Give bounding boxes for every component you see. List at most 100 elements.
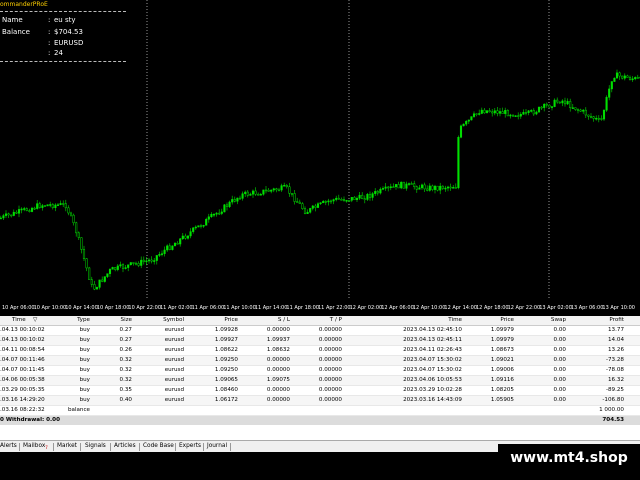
cell-close-price: 1.09006 [490,367,514,373]
col-size[interactable]: Size [92,316,132,325]
col-tp[interactable]: T / P [292,316,342,325]
candle-body [132,262,135,264]
col-profit[interactable]: Profit [568,316,624,325]
table-row[interactable]: .03.16 08:22:32 balance 1 000.00 [0,406,640,416]
candle-body [137,263,140,266]
candle-body [2,215,5,219]
cell-type: balance [67,407,90,413]
candle-body [124,267,127,269]
candle-body [181,235,184,240]
candle-body [501,111,504,114]
candle-body [483,109,486,114]
candle-body [569,101,572,109]
cell-price: 1.06172 [214,397,238,403]
candle-body [20,208,23,211]
candle-body [610,81,613,90]
panel-sep: : [48,39,51,47]
candle-body [59,203,62,205]
table-row[interactable]: .03.16 14:29:20 buy 0.40 eurusd 1.06172 0.000… [0,396,640,406]
candle-body [563,100,567,105]
table-row[interactable]: .04.06 00:05:38 buy 0.32 eurusd 1.09065 1.090… [0,376,640,386]
account-info-panel: ommanderPRoE Name : eu sty Balance : $70… [0,0,128,62]
candle-body [85,258,88,269]
tab-market[interactable]: Market [57,443,77,449]
cell-type: buy [79,327,90,333]
table-row[interactable]: .04.13 00:10:02 buy 0.27 eurusd 1.09928 0.000… [0,326,640,336]
cell-type: buy [79,337,90,343]
table-row[interactable]: .04.13 00:10:02 buy 0.27 eurusd 1.09927 1.099… [0,336,640,346]
candle-body [56,204,60,206]
col-close-time[interactable]: Time [400,316,462,325]
candle-body [576,109,580,111]
table-row[interactable]: .04.07 00:11:46 buy 0.32 eurusd 1.09250 0.000… [0,356,640,366]
candle-body [519,114,522,117]
cell-symbol: eurusd [164,377,184,383]
tab-alerts[interactable]: Alerts [0,443,17,449]
candle-body [522,112,525,115]
candle-body [296,201,299,203]
candle-body [543,103,546,108]
candle-body [465,121,468,125]
tab-experts[interactable]: Experts [179,443,201,449]
candle-body [592,116,595,119]
candle-body [589,116,593,118]
cell-profit: 13.26 [607,347,624,353]
candle-body [418,187,421,190]
candle-body [613,77,616,82]
tab-divider [110,443,111,451]
cell-price: 1.09065 [214,377,238,383]
candle-body [548,104,551,108]
tab-code-base[interactable]: Code Base [143,443,174,449]
table-row[interactable]: .04.07 00:11:45 buy 0.32 eurusd 1.09250 0.000… [0,366,640,376]
table-row[interactable]: .03.29 00:05:35 buy 0.35 eurusd 1.08460 0.000… [0,386,640,396]
col-type[interactable]: Type [50,316,90,325]
tab-mailbox-label: Mailbox [23,443,46,449]
panel-row-name: Name : eu sty [0,16,128,27]
tab-journal[interactable]: Journal [207,443,227,449]
time-tick-label: 10 Apr 06:00 [2,305,35,311]
candle-body [405,183,408,189]
candle-body [454,187,457,189]
candle-body [423,184,426,190]
candle-body [506,110,509,117]
cell-sl: 1.09075 [266,377,290,383]
candle-body [33,207,36,210]
candle-body [264,189,268,192]
candle-body [28,210,31,212]
col-symbol[interactable]: Symbol [134,316,184,325]
summary-row: 0 Withdrawal: 0.00 704.53 [0,416,640,425]
candle-body [379,188,382,194]
col-close-price[interactable]: Price [464,316,514,325]
col-time[interactable]: Time [12,316,26,325]
tab-mailbox[interactable]: Mailbox7 [23,443,48,450]
candle-body [628,77,632,80]
candle-body [400,181,403,189]
candle-body [212,213,216,216]
candle-body [615,72,619,79]
candle-body [244,191,247,194]
tab-signals[interactable]: Signals [85,443,106,449]
panel-separator-bottom [0,61,126,62]
terminal-history[interactable]: Time ▽ Type Size Symbol Price S / L T / … [0,316,640,440]
candle-body [433,185,437,190]
cell-type: buy [79,347,90,353]
candle-body [608,88,611,98]
candle-body [485,110,489,114]
candle-body [106,273,109,277]
candle-body [49,204,52,206]
sort-icon: ▽ [33,317,38,323]
candle-body [249,193,252,196]
cell-swap: 0.00 [553,337,566,343]
candle-body [470,116,473,121]
candle-body [98,279,101,288]
table-row[interactable]: .04.11 00:08:54 buy 0.26 eurusd 1.08622 1.086… [0,346,640,356]
cell-swap: 0.00 [553,347,566,353]
candle-body [410,183,413,185]
candle-body [197,225,200,228]
col-swap[interactable]: Swap [516,316,566,325]
col-sl[interactable]: S / L [240,316,290,325]
tab-articles[interactable]: Articles [114,443,136,449]
col-price[interactable]: Price [186,316,238,325]
candle-body [173,242,177,247]
candle-body [179,238,182,245]
